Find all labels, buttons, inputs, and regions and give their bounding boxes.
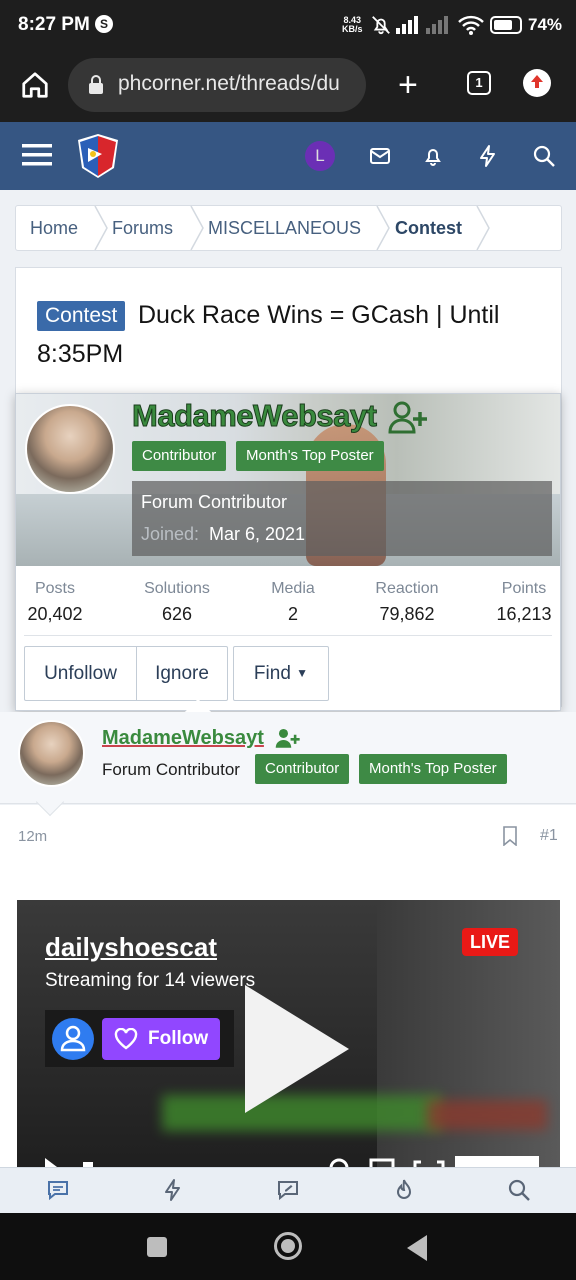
post-author-title: Forum Contributor bbox=[102, 760, 240, 779]
status-bar: 8:27 PM S 8.43 KB/s 74% bbox=[0, 0, 576, 52]
search-icon[interactable] bbox=[532, 144, 556, 168]
stat-points-label: Points bbox=[501, 580, 547, 597]
ignore-button[interactable]: Ignore bbox=[136, 646, 228, 701]
breadcrumb-separator bbox=[376, 206, 390, 250]
battery-percent: 74% bbox=[528, 15, 563, 34]
mail-icon[interactable] bbox=[368, 144, 392, 168]
top-poster-badge: Month's Top Poster bbox=[236, 441, 384, 471]
breadcrumb-separator bbox=[94, 206, 108, 250]
post-author-avatar[interactable] bbox=[18, 720, 85, 787]
breadcrumb-separator bbox=[476, 206, 490, 250]
home-button[interactable] bbox=[274, 1232, 302, 1260]
heart-icon bbox=[114, 1028, 138, 1050]
member-user-title: Forum Contributor bbox=[141, 492, 288, 512]
post-author-name[interactable]: MadameWebsayt bbox=[102, 727, 264, 750]
stat-reaction-label: Reaction bbox=[375, 580, 439, 597]
stat-points-value[interactable]: 16,213 bbox=[490, 604, 558, 625]
back-button[interactable] bbox=[407, 1235, 429, 1261]
app-notification-icon: S bbox=[95, 15, 113, 33]
stat-solutions-label: Solutions bbox=[144, 580, 210, 597]
battery-icon bbox=[490, 16, 522, 34]
contributor-badge: Contributor bbox=[255, 754, 350, 784]
play-icon[interactable] bbox=[245, 985, 349, 1113]
update-icon[interactable] bbox=[523, 69, 551, 97]
user-plus-icon bbox=[275, 728, 300, 748]
address-bar[interactable]: phcorner.net/threads/du bbox=[68, 58, 366, 112]
post-time[interactable]: 12m bbox=[18, 828, 47, 845]
compose-icon[interactable] bbox=[276, 1178, 300, 1202]
browser-toolbar: phcorner.net/threads/du + 1 bbox=[0, 52, 576, 122]
post-number[interactable]: #1 bbox=[540, 827, 558, 845]
network-speed-unit: KB/s bbox=[342, 24, 363, 34]
bookmark-icon[interactable] bbox=[502, 826, 518, 846]
member-name[interactable]: MadameWebsayt bbox=[131, 398, 377, 434]
find-button-label: Find bbox=[253, 663, 291, 684]
status-time: 8:27 PM bbox=[18, 14, 90, 35]
thread-title-continued: 8:35PM bbox=[37, 340, 124, 368]
bell-icon[interactable] bbox=[421, 144, 445, 168]
lock-icon bbox=[89, 75, 103, 94]
joined-label: Joined: bbox=[141, 524, 200, 544]
site-logo[interactable] bbox=[74, 132, 122, 180]
breadcrumb-miscellaneous[interactable]: MISCELLANEOUS bbox=[208, 218, 361, 239]
user-plus-icon bbox=[388, 401, 427, 434]
hamburger-menu-icon[interactable] bbox=[22, 142, 52, 168]
stat-reaction-value[interactable]: 79,862 bbox=[362, 604, 452, 625]
stat-media-label: Media bbox=[271, 580, 315, 597]
breadcrumb-separator bbox=[190, 206, 204, 250]
user-avatar[interactable]: L bbox=[305, 141, 335, 171]
stream-channel-name[interactable]: dailyshoescat bbox=[45, 932, 217, 963]
fire-icon[interactable] bbox=[392, 1178, 416, 1202]
live-badge: LIVE bbox=[462, 928, 519, 956]
lightning-icon[interactable] bbox=[476, 144, 500, 168]
breadcrumb-contest[interactable]: Contest bbox=[395, 218, 462, 239]
search-icon[interactable] bbox=[507, 1178, 531, 1202]
stat-posts-value[interactable]: 20,402 bbox=[18, 604, 92, 625]
bell-off-icon bbox=[372, 16, 390, 35]
top-poster-badge: Month's Top Poster bbox=[359, 754, 507, 784]
stat-media-value[interactable]: 2 bbox=[258, 604, 328, 625]
signal-weak-icon bbox=[426, 16, 448, 34]
stream-viewers: Streaming for 14 viewers bbox=[45, 970, 256, 991]
member-avatar[interactable] bbox=[25, 404, 115, 494]
url-text: phcorner.net/threads/du bbox=[118, 72, 340, 95]
lightning-icon[interactable] bbox=[161, 1178, 185, 1202]
network-speed: 8.43 KB/s bbox=[342, 16, 363, 34]
tab-switcher-button[interactable]: 1 bbox=[467, 71, 491, 95]
breadcrumb-home[interactable]: Home bbox=[30, 218, 78, 239]
stat-posts-label: Posts bbox=[34, 580, 75, 597]
stats-divider bbox=[24, 635, 552, 636]
thread-title: Duck Race Wins = GCash | Until bbox=[138, 301, 500, 329]
unfollow-button[interactable]: Unfollow bbox=[24, 646, 137, 701]
new-tab-icon[interactable]: + bbox=[398, 68, 418, 102]
recents-button[interactable] bbox=[147, 1237, 167, 1257]
wifi-icon bbox=[458, 15, 484, 35]
thread-prefix-badge[interactable]: Contest bbox=[37, 301, 126, 331]
breadcrumb-forums[interactable]: Forums bbox=[112, 218, 173, 239]
joined-date: Mar 6, 2021 bbox=[209, 524, 306, 544]
signal-icon bbox=[396, 16, 418, 34]
breadcrumb: Home Forums MISCELLANEOUS Contest bbox=[15, 205, 562, 251]
stat-solutions-value[interactable]: 626 bbox=[132, 604, 222, 625]
home-icon[interactable] bbox=[20, 70, 50, 100]
find-button[interactable]: Find ▼ bbox=[233, 646, 329, 701]
channel-avatar-icon[interactable] bbox=[52, 1018, 94, 1060]
contributor-badge: Contributor bbox=[132, 441, 227, 471]
caret-down-icon: ▼ bbox=[296, 666, 309, 680]
chat-icon[interactable] bbox=[46, 1178, 70, 1202]
